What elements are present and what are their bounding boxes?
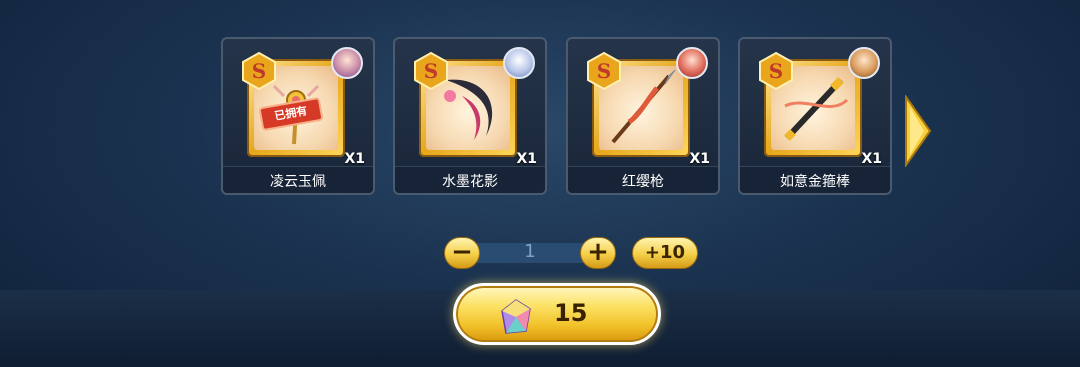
plus-ten-button[interactable]: +10 xyxy=(632,237,698,269)
item-name: 凌云玉佩 xyxy=(270,174,326,190)
purchase-button[interactable]: 15 xyxy=(453,283,661,345)
item-name: 水墨花影 xyxy=(442,174,498,190)
item-quantity: X1 xyxy=(516,151,537,167)
s-rank-icon: S xyxy=(414,51,448,91)
svg-text:S: S xyxy=(597,59,611,83)
item-name-bar: 红缨枪 xyxy=(568,166,718,193)
crystal-gem-icon xyxy=(501,299,531,334)
item-name-bar: 凌云玉佩 xyxy=(223,166,373,193)
item-card-2[interactable]: S X1 水墨花影 xyxy=(393,37,547,195)
item-quantity: X1 xyxy=(689,151,710,167)
item-quantity: X1 xyxy=(344,151,365,167)
next-page-arrow-icon[interactable] xyxy=(904,95,932,167)
increment-button[interactable]: + xyxy=(580,237,616,269)
s-rank-icon: S xyxy=(242,51,276,91)
item-name: 如意金箍棒 xyxy=(780,174,850,190)
item-name: 红缨枪 xyxy=(622,174,664,190)
item-card-4[interactable]: S X1 如意金箍棒 xyxy=(738,37,892,195)
item-name-bar: 水墨花影 xyxy=(395,166,545,193)
s-rank-icon: S xyxy=(587,51,621,91)
item-card-1[interactable]: 已拥有 S X1 凌云玉佩 xyxy=(221,37,375,195)
quantity-value[interactable]: 1 xyxy=(464,241,596,262)
hero-avatar-icon xyxy=(331,47,363,79)
svg-text:S: S xyxy=(769,59,783,83)
item-card-3[interactable]: S X1 红缨枪 xyxy=(566,37,720,195)
item-name-bar: 如意金箍棒 xyxy=(740,166,890,193)
item-quantity: X1 xyxy=(861,151,882,167)
decrement-button[interactable]: − xyxy=(444,237,480,269)
svg-text:S: S xyxy=(252,59,266,83)
quantity-stepper[interactable]: 1 − + xyxy=(444,237,616,269)
hero-avatar-icon xyxy=(503,47,535,79)
hero-avatar-icon xyxy=(676,47,708,79)
svg-text:S: S xyxy=(424,59,438,83)
hero-avatar-icon xyxy=(848,47,880,79)
s-rank-icon: S xyxy=(759,51,793,91)
purchase-price: 15 xyxy=(554,299,588,327)
